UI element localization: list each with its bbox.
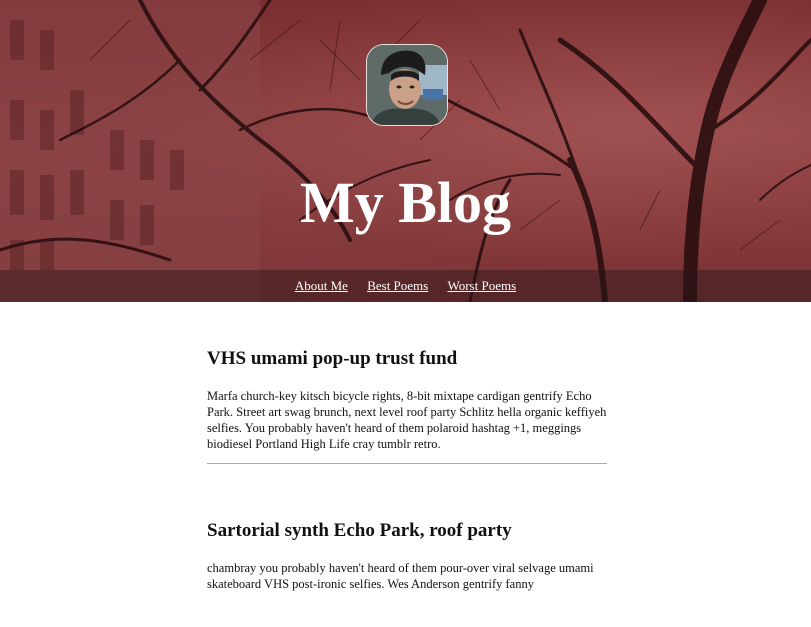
nav-link-about-me[interactable]: About Me bbox=[295, 278, 348, 293]
post: Sartorial synth Echo Park, roof party ch… bbox=[207, 519, 607, 592]
blog-title: My Blog bbox=[299, 170, 512, 235]
post-body: chambray you probably haven't heard of t… bbox=[207, 561, 594, 591]
avatar-portrait-image bbox=[367, 45, 447, 125]
post: VHS umami pop-up trust fund Marfa church… bbox=[207, 347, 607, 452]
header-banner: My Blog About Me Best Poems Worst Poems bbox=[0, 0, 811, 302]
main-nav: About Me Best Poems Worst Poems bbox=[0, 270, 811, 302]
post-title[interactable]: Sartorial synth Echo Park, roof party bbox=[207, 519, 607, 543]
avatar bbox=[366, 44, 448, 126]
nav-link-worst-poems[interactable]: Worst Poems bbox=[447, 278, 516, 293]
post-body: Marfa church-key kitsch bicycle rights, … bbox=[207, 389, 607, 451]
post-title[interactable]: VHS umami pop-up trust fund bbox=[207, 347, 607, 371]
nav-link-best-poems[interactable]: Best Poems bbox=[367, 278, 428, 293]
post-divider bbox=[207, 463, 607, 464]
